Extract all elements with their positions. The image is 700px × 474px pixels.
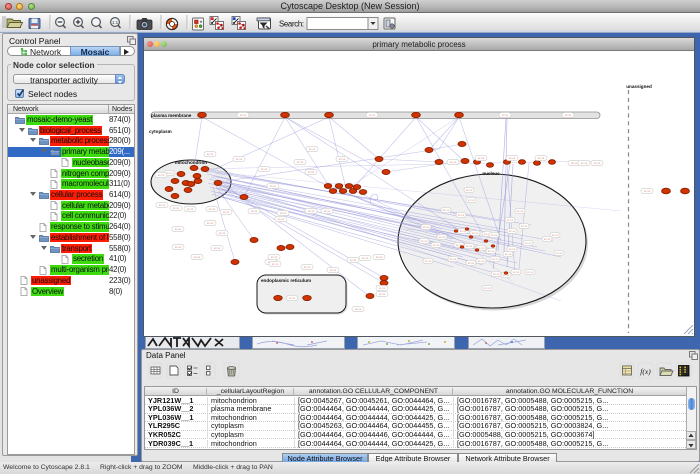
svg-text:xx xx: xx xx [468, 261, 475, 265]
svg-text:xx xx: xx xx [502, 113, 509, 117]
svg-text:xx xx: xx xx [261, 167, 268, 171]
svg-text:xx xx: xx xx [466, 244, 473, 248]
svg-text:xx xx: xx xx [478, 259, 485, 263]
svg-text:xx xx: xx xx [223, 210, 230, 214]
svg-text:xx xx: xx xx [280, 211, 287, 215]
svg-text:xx xx: xx xx [369, 113, 376, 117]
svg-text:xx xx: xx xx [272, 262, 279, 266]
svg-text:xx xx: xx xx [271, 255, 278, 259]
svg-text:endoplasmic reticulum: endoplasmic reticulum [261, 278, 311, 283]
svg-text:xx xx: xx xx [376, 255, 383, 259]
svg-text:xx xx: xx xx [425, 259, 432, 263]
svg-text:xx xx: xx xx [466, 188, 473, 192]
svg-text:xx xx: xx xx [556, 251, 563, 255]
svg-text:xx xx: xx xx [187, 207, 194, 211]
svg-text:xx xx: xx xx [159, 203, 166, 207]
svg-text:xx xx: xx xx [552, 233, 559, 237]
svg-text:xx xx: xx xx [355, 307, 362, 311]
svg-text:xx xx: xx xx [309, 147, 316, 151]
svg-text:xx xx: xx xx [505, 252, 512, 256]
svg-text:cytoplasm: cytoplasm [149, 129, 172, 134]
svg-text:xx xx: xx xx [362, 256, 369, 260]
svg-text:xx xx: xx xx [175, 227, 182, 231]
svg-text:xx xx: xx xx [594, 161, 601, 165]
svg-text:xx xx: xx xx [458, 213, 465, 217]
svg-text:xx xx: xx xx [209, 207, 216, 211]
svg-text:nucleus: nucleus [482, 171, 500, 176]
svg-text:xx xx: xx xx [472, 231, 479, 235]
svg-text:xx xx: xx xx [339, 157, 346, 161]
svg-text:xx xx: xx xx [450, 160, 457, 164]
svg-text:xx xx: xx xx [488, 249, 495, 253]
svg-text:xx xx: xx xx [507, 218, 514, 222]
svg-text:xx xx: xx xx [207, 221, 214, 225]
svg-text:xx xx: xx xx [173, 206, 180, 210]
svg-text:xx xx: xx xx [423, 225, 430, 229]
svg-text:xx xx: xx xx [478, 156, 485, 160]
svg-text:xx xx: xx xx [544, 237, 551, 241]
svg-text:xx xx: xx xx [433, 243, 440, 247]
svg-text:xx xx: xx xx [278, 217, 285, 221]
svg-text:xx xx: xx xx [581, 161, 588, 165]
svg-text:xx xx: xx xx [509, 229, 516, 233]
svg-text:xx xx: xx xx [421, 239, 428, 243]
svg-text:xx xx: xx xx [484, 286, 491, 290]
svg-text:xx xx: xx xx [251, 209, 258, 213]
svg-text:xx xx: xx xx [214, 246, 221, 250]
svg-text:xx xx: xx xx [565, 113, 572, 117]
svg-text:xx xx: xx xx [492, 257, 499, 261]
svg-text:xx xx: xx xx [350, 258, 357, 262]
svg-text:xx xx: xx xx [450, 257, 457, 261]
svg-text:xx xx: xx xx [443, 208, 450, 212]
svg-text:unassigned: unassigned [626, 84, 652, 89]
svg-text:xx xx: xx xx [219, 231, 226, 235]
svg-text:xx xx: xx xx [308, 209, 315, 213]
svg-text:Search:: Search: [279, 20, 304, 29]
svg-text:xx xx: xx xx [571, 161, 578, 165]
svg-text:xx xx: xx xx [509, 247, 516, 251]
svg-text:xx xx: xx xx [236, 157, 243, 161]
svg-text:1:1: 1:1 [112, 20, 119, 25]
svg-text:xx xx: xx xx [379, 292, 386, 296]
svg-text:xx xx: xx xx [330, 268, 337, 272]
svg-text:xx xx: xx xx [644, 189, 651, 193]
svg-text:xx xx: xx xx [493, 272, 500, 276]
svg-text:xx xx: xx xx [240, 113, 247, 117]
svg-text:xx xx: xx xx [194, 255, 201, 259]
svg-text:xx xx: xx xx [324, 209, 331, 213]
svg-text:xx xx: xx xx [521, 224, 528, 228]
svg-text:mitochondrion: mitochondrion [175, 160, 207, 165]
svg-text:xx xx: xx xx [297, 160, 304, 164]
svg-text:xx xx: xx xx [270, 184, 277, 188]
svg-text:xx xx: xx xx [158, 173, 165, 177]
svg-text:xx xx: xx xx [525, 241, 532, 245]
svg-text:xx xx: xx xx [509, 156, 516, 160]
svg-text:xx xx: xx xx [527, 270, 534, 274]
svg-text:plasma membrane: plasma membrane [151, 113, 192, 118]
svg-text:xx xx: xx xx [304, 265, 311, 269]
svg-text:xx xx: xx xx [289, 296, 296, 300]
svg-text:xx xx: xx xx [175, 245, 182, 249]
svg-text:xx xx: xx xx [439, 235, 446, 239]
svg-text:xx xx: xx xx [513, 270, 520, 274]
svg-text:xx xx: xx xx [379, 286, 386, 290]
svg-text:xx xx: xx xx [207, 152, 214, 156]
svg-text:xx xx: xx xx [308, 170, 315, 174]
svg-text:f(x): f(x) [640, 367, 651, 376]
svg-text:xx xx: xx xx [491, 233, 498, 237]
svg-text:xx xx: xx xx [517, 209, 524, 213]
svg-text:xx xx: xx xx [468, 198, 475, 202]
svg-text:xx xx: xx xx [538, 156, 545, 160]
